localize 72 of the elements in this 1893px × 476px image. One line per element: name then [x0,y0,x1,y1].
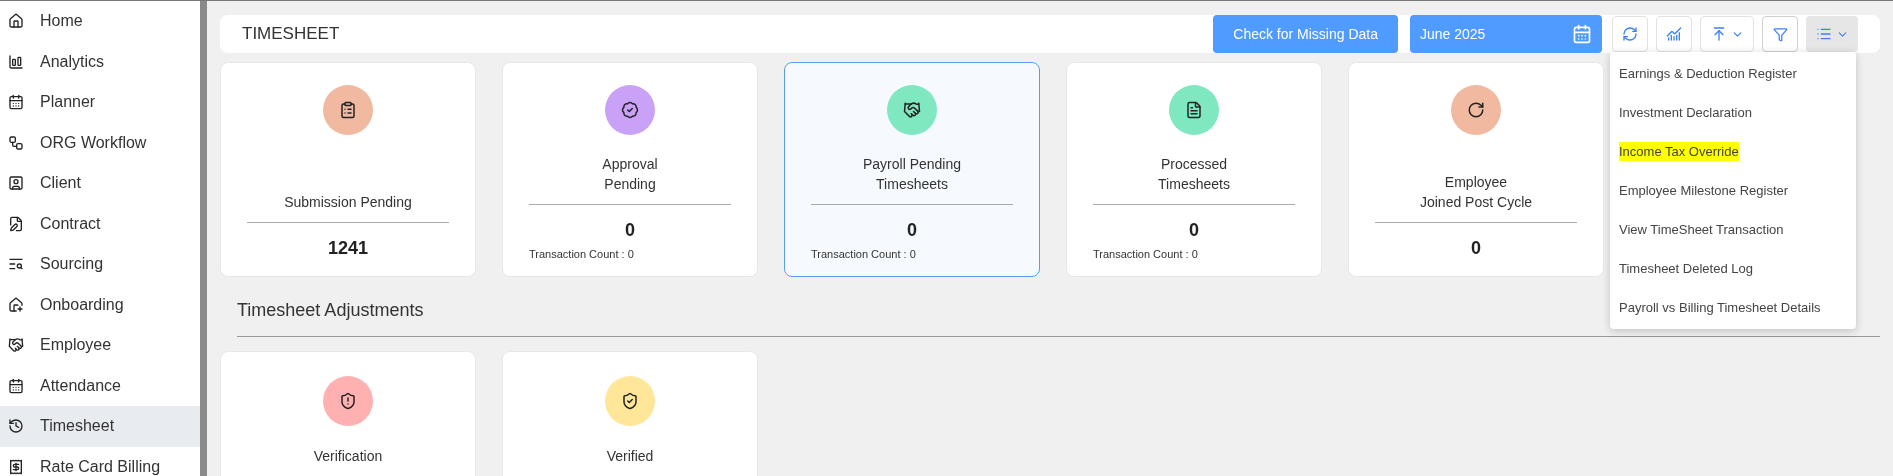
handshake-icon [8,337,24,354]
menu-item[interactable]: Earnings & Deduction Register [1619,63,1797,84]
stat-card[interactable]: Payroll Pending Timesheets 0 Transaction Count : 0 [784,62,1040,277]
receipt-icon [8,458,24,475]
card-value: 1241 [327,237,368,260]
card-title: Verified [606,447,654,466]
refresh-button[interactable] [1612,16,1648,52]
menu-item[interactable]: View TimeSheet Transaction [1619,219,1784,240]
card-title: Payroll Pending Timesheets [862,154,962,194]
card-value: 0 [907,218,917,242]
sidebar-item[interactable]: Rate Card Billing [0,446,200,476]
stat-card[interactable]: Approval Pending 0 Transaction Count : 0 [502,62,758,277]
transaction-count: Transaction Count : 0 [529,246,634,262]
calendar-icon [8,377,24,394]
house-plus-icon [8,296,24,313]
adjustment-card[interactable]: Verification [220,351,476,476]
document-icon [1185,101,1203,119]
card-title: Processed Timesheets [1158,154,1230,194]
chart-icon [8,53,24,70]
card-title: Approval Pending [602,154,658,194]
menu-item[interactable]: Investment Declaration [1619,102,1752,123]
shield-icon [339,392,357,410]
sidebar-item[interactable]: Sourcing [0,244,200,285]
chart-button[interactable] [1656,16,1692,52]
menu-item[interactable]: Employee Milestone Register [1619,180,1789,201]
card-title: Submission Pending [284,193,412,212]
shield-check-icon [621,392,639,410]
refresh-icon [1622,26,1638,42]
sidebar-item[interactable]: Planner [0,82,200,123]
filter-icon [1772,26,1788,42]
menu-item[interactable]: Payroll vs Billing Timesheet Details [1619,297,1821,318]
transaction-count: Transaction Count : 0 [1093,246,1198,262]
page-title: TIMESHEET [242,23,341,46]
card-value: 0 [1189,218,1199,242]
sidebar-item[interactable]: Analytics [0,41,200,82]
sidebar-item[interactable]: Attendance [0,365,200,406]
card-title: Employee Joined Post Cycle [1419,173,1533,212]
sidebar-item[interactable]: Onboarding [0,284,200,325]
history-icon [8,418,24,435]
sidebar-item[interactable]: Client [0,163,200,204]
user-card-icon [8,175,24,192]
handshake-icon [903,101,921,119]
stat-card[interactable]: Submission Pending 1241 [220,62,476,277]
card-value: 0 [1471,237,1481,260]
clipboard-icon [339,101,357,119]
list-icon [1815,26,1832,42]
calendar-icon [1572,24,1592,44]
filter-button[interactable] [1762,16,1798,52]
badge-check-icon [621,101,639,119]
house-icon [8,13,24,30]
sidebar-item[interactable]: Employee [0,325,200,366]
adjustment-card[interactable]: Verified [502,351,758,476]
section-title: Timesheet Adjustments [237,299,424,322]
card-title: Verification [313,447,383,466]
calendar-icon [8,94,24,111]
list-menu-button[interactable] [1806,16,1858,52]
rotate-icon [1467,101,1485,119]
file-pen-icon [8,215,24,232]
line-chart-icon [1666,26,1682,42]
menu-item[interactable]: Income Tax Override [1619,141,1739,162]
workflow-icon [8,134,24,151]
menu-item[interactable]: Timesheet Deleted Log [1619,258,1753,279]
sidebar-item[interactable]: Home [0,1,200,42]
sidebar-item[interactable]: Timesheet [0,406,200,447]
transaction-count: Transaction Count : 0 [811,246,916,262]
upload-menu-button[interactable] [1700,16,1754,52]
sidebar-item[interactable]: ORG Workflow [0,122,200,163]
stat-card[interactable]: Employee Joined Post Cycle 0 [1348,62,1604,277]
stat-card[interactable]: Processed Timesheets 0 Transaction Count : 0 [1066,62,1322,277]
scrollbar[interactable] [200,1,207,476]
sidebar-item[interactable]: Contract [0,203,200,244]
card-value: 0 [625,218,635,242]
